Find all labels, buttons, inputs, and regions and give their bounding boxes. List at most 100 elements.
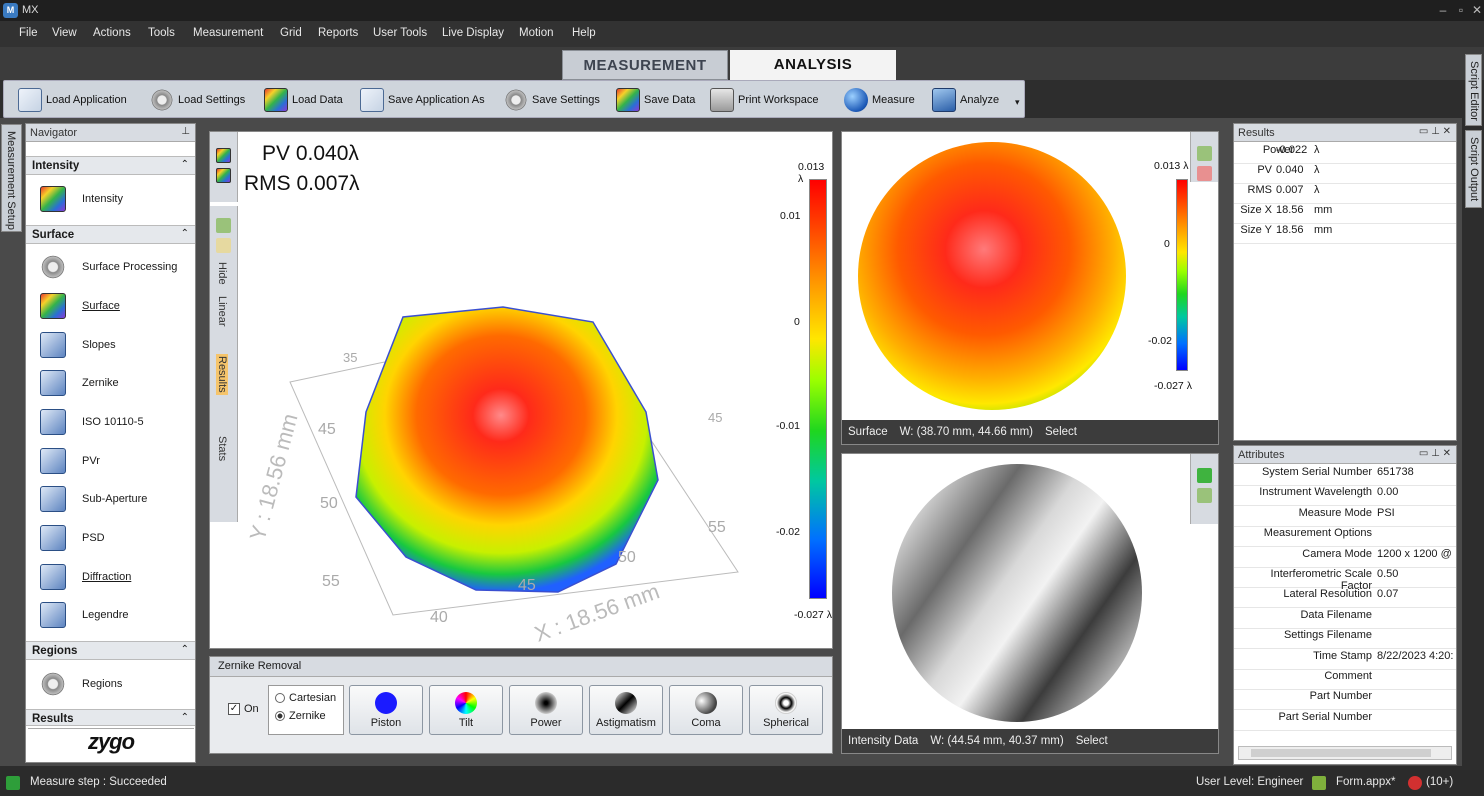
attribute-value: 0.00 — [1377, 486, 1399, 499]
linear-toggle[interactable]: Linear — [216, 296, 228, 327]
fit-icon[interactable] — [1197, 146, 1212, 161]
tab-measurement[interactable]: MEASUREMENT — [562, 50, 728, 80]
stats-toggle[interactable]: Stats — [216, 436, 228, 461]
plot-3d-icon[interactable] — [216, 168, 231, 183]
form-icon — [1312, 776, 1326, 790]
collapse-icon[interactable]: ⌃ — [181, 159, 189, 170]
menu-grid[interactable]: Grid — [280, 27, 302, 39]
status-message: Measure step : Succeeded — [30, 776, 167, 788]
menu-view[interactable]: View — [52, 27, 77, 39]
menu-help[interactable]: Help — [572, 27, 596, 39]
scroll-thumb[interactable] — [1251, 749, 1431, 757]
piston-button[interactable]: Piston — [349, 685, 423, 735]
nav-item-slopes[interactable]: Slopes — [26, 326, 195, 364]
measure-button[interactable]: Measure — [844, 86, 915, 114]
nav-section-surface[interactable]: Surface ⌃ — [26, 225, 195, 244]
attributes-header: Attributes ▭ ⊥ ✕ — [1234, 446, 1456, 464]
tab-analysis[interactable]: ANALYSIS — [730, 50, 896, 80]
select-mode[interactable]: Select — [1076, 735, 1108, 747]
nav-section-intensity[interactable]: Intensity ⌃ — [26, 156, 195, 175]
printer-icon — [710, 88, 734, 112]
nav-item-surface-processing[interactable]: Surface Processing — [26, 248, 195, 286]
intensity-map — [892, 464, 1142, 722]
pv-readout: PV 0.040λ — [262, 142, 359, 165]
results-toggle[interactable]: Results — [216, 354, 228, 395]
menu-tools[interactable]: Tools — [148, 27, 175, 39]
results-row: Size Y 18.56 mm — [1234, 224, 1456, 244]
nav-item-regions[interactable]: Regions — [26, 665, 195, 703]
minimize-icon[interactable]: – — [1434, 2, 1452, 18]
save-settings-button[interactable]: Save Settings — [504, 86, 600, 114]
checkmark-icon[interactable] — [1197, 468, 1212, 483]
error-icon[interactable] — [1408, 776, 1422, 790]
nav-item-psd[interactable]: PSD — [26, 519, 195, 557]
panel-controls-icon[interactable]: ▭ ⊥ ✕ — [1419, 126, 1451, 137]
power-button[interactable]: Power — [509, 685, 583, 735]
collapse-icon[interactable]: ⌃ — [181, 644, 189, 655]
surface-3d-plot-panel: Hide Linear Results Stats PV 0.040λ RMS … — [209, 131, 833, 649]
menu-measurement[interactable]: Measurement — [193, 27, 263, 39]
measurement-setup-side-tab[interactable]: Measurement Setup — [1, 124, 22, 232]
form-name[interactable]: Form.appx* — [1336, 776, 1395, 788]
close-icon[interactable]: ✕ — [1468, 2, 1484, 18]
collapse-icon[interactable]: ⌃ — [181, 228, 189, 239]
collapse-icon[interactable]: ⌃ — [181, 712, 189, 723]
tilt-button[interactable]: Tilt — [429, 685, 503, 735]
color-icon[interactable] — [1197, 166, 1212, 181]
zernike-on-checkbox[interactable]: ✓ On — [228, 703, 259, 715]
attribute-key: System Serial Number — [1261, 466, 1372, 478]
spherical-icon — [775, 692, 797, 714]
cartesian-radio[interactable]: Cartesian — [275, 692, 337, 704]
menu-user-tools[interactable]: User Tools — [373, 27, 427, 39]
load-data-button[interactable]: Load Data — [264, 86, 343, 114]
nav-item-pvr[interactable]: PVr — [26, 442, 195, 480]
menu-reports[interactable]: Reports — [318, 27, 358, 39]
hide-toggle[interactable]: Hide — [216, 262, 228, 285]
pin-icon[interactable]: ⊥ — [181, 126, 190, 137]
menu-file[interactable]: File — [19, 27, 38, 39]
nav-item-sub-aperture[interactable]: Sub-Aperture — [26, 480, 195, 518]
fit-icon[interactable] — [1197, 488, 1212, 503]
toolbar-overflow-icon[interactable]: ▾ — [1015, 97, 1020, 108]
save-data-button[interactable]: Save Data — [616, 86, 695, 114]
nav-item-legendre[interactable]: Legendre — [26, 596, 195, 634]
script-editor-side-tab[interactable]: Script Editor — [1465, 54, 1482, 126]
zernike-radio[interactable]: Zernike — [275, 710, 337, 722]
load-application-button[interactable]: Load Application — [18, 86, 127, 114]
script-output-side-tab[interactable]: Script Output — [1465, 130, 1482, 208]
horizontal-scrollbar[interactable] — [1238, 746, 1452, 760]
radio-icon[interactable] — [275, 693, 285, 703]
nav-item-surface[interactable]: Surface — [26, 287, 195, 325]
load-settings-icon — [150, 88, 174, 112]
attribute-row: Settings Filename — [1234, 629, 1456, 650]
nav-item-iso-10110-5[interactable]: ISO 10110-5 — [26, 403, 195, 441]
print-workspace-button[interactable]: Print Workspace — [710, 86, 819, 114]
surface-view-icon[interactable] — [216, 148, 231, 163]
nav-section-regions[interactable]: Regions ⌃ — [26, 641, 195, 660]
fit-icon[interactable] — [216, 218, 231, 233]
spherical-button[interactable]: Spherical — [749, 685, 823, 735]
nav-item-intensity[interactable]: Intensity — [26, 180, 195, 218]
load-settings-button[interactable]: Load Settings — [150, 86, 245, 114]
nav-item-zernike[interactable]: Zernike — [26, 364, 195, 402]
menu-actions[interactable]: Actions — [93, 27, 131, 39]
astigmatism-button[interactable]: Astigmatism — [589, 685, 663, 735]
scale-tick: 0 — [794, 316, 800, 328]
radio-selected-icon[interactable] — [275, 711, 285, 721]
error-count[interactable]: (10+) — [1426, 776, 1453, 788]
load-application-icon — [18, 88, 42, 112]
nav-item-diffraction[interactable]: Diffraction — [26, 558, 195, 596]
menu-live-display[interactable]: Live Display — [442, 27, 504, 39]
intensity-panel: Intensity Data W: (44.54 mm, 40.37 mm) Sel… — [841, 453, 1219, 754]
analyze-button[interactable]: Analyze — [932, 86, 999, 114]
coma-button[interactable]: Coma — [669, 685, 743, 735]
save-application-as-button[interactable]: Save Application As — [360, 86, 485, 114]
checkbox-checked-icon[interactable]: ✓ — [228, 703, 240, 715]
results-row: Power -0.022 λ — [1234, 144, 1456, 164]
user-level[interactable]: User Level: Engineer — [1196, 776, 1303, 788]
menu-motion[interactable]: Motion — [519, 27, 554, 39]
scale-icon[interactable] — [216, 238, 231, 253]
panel-controls-icon[interactable]: ▭ ⊥ ✕ — [1419, 448, 1451, 459]
select-mode[interactable]: Select — [1045, 426, 1077, 438]
nav-section-results[interactable]: Results ⌃ — [26, 709, 195, 726]
